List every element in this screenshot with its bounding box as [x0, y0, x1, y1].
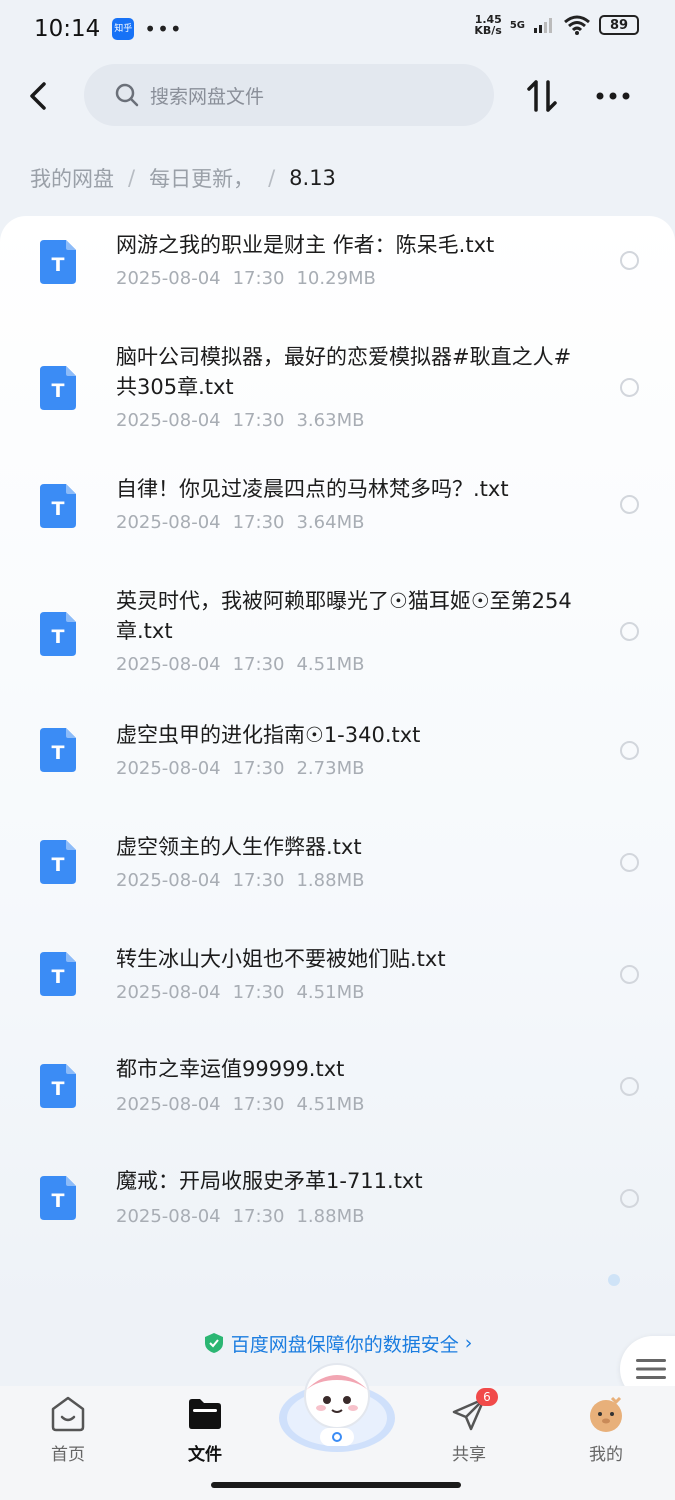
- breadcrumb-separator: /: [128, 166, 136, 190]
- txt-file-icon: T: [40, 240, 76, 284]
- breadcrumb-root[interactable]: 我的网盘: [30, 163, 114, 193]
- nav-files-label: 文件: [188, 1445, 222, 1465]
- signal-icon: [534, 18, 552, 33]
- file-name: 自律！你见过凌晨四点的马林梵多吗？.txt: [116, 477, 509, 501]
- file-list-item[interactable]: T 网游之我的职业是财主 作者：陈呆毛.txt 2025-08-04 17:30 1…: [0, 216, 675, 326]
- file-name: 英灵时代，我被阿赖耶曝光了☉猫耳姬☉至第254章.txt: [116, 589, 572, 643]
- txt-file-icon: T: [40, 1064, 76, 1108]
- file-meta: 2025-08-04 17:30 4.51MB: [116, 654, 365, 675]
- file-list-item[interactable]: T 转生冰山大小姐也不要被她们贴.txt 2025-08-04 17:30 4.51…: [0, 924, 675, 1036]
- txt-file-icon: T: [40, 612, 76, 656]
- svg-text:T: T: [52, 498, 65, 520]
- file-name: 转生冰山大小姐也不要被她们贴.txt: [116, 947, 446, 971]
- search-input[interactable]: 搜索网盘文件: [84, 64, 494, 126]
- search-icon: [115, 83, 139, 107]
- select-checkbox[interactable]: [620, 378, 639, 397]
- file-meta: 2025-08-04 17:30 3.64MB: [116, 512, 365, 533]
- txt-file-icon: T: [40, 366, 76, 410]
- svg-text:T: T: [52, 1078, 65, 1100]
- file-list-item[interactable]: T 脑叶公司模拟器，最好的恋爱模拟器#耿直之人#共305章.txt 2025-0…: [0, 326, 675, 458]
- breadcrumb-middle[interactable]: 每日更新，: [149, 163, 254, 193]
- file-list-item[interactable]: T 自律！你见过凌晨四点的马林梵多吗？.txt 2025-08-04 17:30 3…: [0, 458, 675, 574]
- svg-text:T: T: [52, 380, 65, 402]
- txt-file-icon: T: [40, 840, 76, 884]
- network-type: 5G: [509, 19, 525, 31]
- status-time: 10:14: [34, 16, 101, 42]
- file-meta: 2025-08-04 17:30 4.51MB: [116, 982, 365, 1003]
- txt-file-icon: T: [40, 728, 76, 772]
- nav-share[interactable]: 6 共享: [424, 1388, 514, 1465]
- chevron-right-icon: ›: [464, 1332, 473, 1354]
- scroll-indicator[interactable]: [608, 1274, 620, 1286]
- select-checkbox[interactable]: [620, 495, 639, 514]
- menu-icon: [636, 1359, 666, 1379]
- select-checkbox[interactable]: [620, 251, 639, 270]
- breadcrumb-current: 8.13: [289, 166, 336, 190]
- file-meta: 2025-08-04 17:30 1.88MB: [116, 1206, 365, 1227]
- select-checkbox[interactable]: [620, 853, 639, 872]
- file-meta: 2025-08-04 17:30 10.29MB: [116, 268, 376, 289]
- txt-file-icon: T: [40, 952, 76, 996]
- select-checkbox[interactable]: [620, 622, 639, 641]
- file-meta: 2025-08-04 17:30 2.73MB: [116, 758, 365, 779]
- file-list-item[interactable]: T 都市之幸运值99999.txt 2025-08-04 17:30 4.51MB: [0, 1036, 675, 1148]
- file-name: 脑叶公司模拟器，最好的恋爱模拟器#耿直之人#共305章.txt: [116, 345, 572, 399]
- svg-text:T: T: [52, 254, 65, 276]
- file-list: T 网游之我的职业是财主 作者：陈呆毛.txt 2025-08-04 17:30 1…: [0, 216, 675, 1316]
- file-meta: 2025-08-04 17:30 3.63MB: [116, 410, 365, 431]
- nav-mine[interactable]: 我的: [561, 1394, 651, 1465]
- file-list-item[interactable]: T 魔戒：开局收服史矛革1-711.txt 2025-08-04 17:30 1.8…: [0, 1148, 675, 1260]
- network-speed: 1.45 KB/s: [474, 13, 502, 37]
- svg-text:T: T: [52, 742, 65, 764]
- breadcrumb-separator: /: [268, 166, 276, 190]
- select-checkbox[interactable]: [620, 1077, 639, 1096]
- more-notifications-icon: •••: [144, 17, 183, 41]
- avatar-icon: [590, 1396, 622, 1432]
- txt-file-icon: T: [40, 1176, 76, 1220]
- nav-home[interactable]: 首页: [23, 1394, 113, 1465]
- wifi-icon: [564, 15, 590, 35]
- home-icon: [51, 1396, 85, 1432]
- share-notification-badge: 6: [476, 1388, 498, 1406]
- file-meta: 2025-08-04 17:30 1.88MB: [116, 870, 365, 891]
- nav-home-label: 首页: [51, 1445, 85, 1465]
- nav-mine-label: 我的: [589, 1445, 623, 1465]
- svg-text:T: T: [52, 966, 65, 988]
- file-list-item[interactable]: T 虚空虫甲的进化指南☉1-340.txt 2025-08-04 17:30 2.7…: [0, 702, 675, 812]
- select-checkbox[interactable]: [620, 965, 639, 984]
- status-indicators: 1.45 KB/s 5G 89: [474, 14, 639, 36]
- search-placeholder: 搜索网盘文件: [150, 85, 265, 108]
- zhihu-app-icon: 知乎: [112, 18, 135, 40]
- folder-icon: [189, 1399, 221, 1429]
- svg-text:T: T: [52, 854, 65, 876]
- file-name: 网游之我的职业是财主 作者：陈呆毛.txt: [116, 233, 495, 257]
- breadcrumb: 我的网盘 / 每日更新， / 8.13: [30, 160, 336, 196]
- home-indicator[interactable]: [211, 1482, 461, 1488]
- back-arrow-icon[interactable]: [22, 78, 58, 114]
- security-banner-text: 百度网盘保障你的数据安全: [230, 1333, 459, 1356]
- nav-share-label: 共享: [452, 1445, 486, 1465]
- shield-icon: [204, 1333, 223, 1353]
- select-checkbox[interactable]: [620, 741, 639, 760]
- file-meta: 2025-08-04 17:30 4.51MB: [116, 1094, 365, 1115]
- file-list-item[interactable]: T 虚空领主的人生作弊器.txt 2025-08-04 17:30 1.88MB: [0, 812, 675, 924]
- status-bar: 10:14 知乎 ••• 1.45 KB/s 5G 89: [0, 0, 675, 58]
- sort-icon[interactable]: [522, 76, 562, 116]
- file-name: 虚空虫甲的进化指南☉1-340.txt: [116, 723, 421, 747]
- svg-text:T: T: [52, 626, 65, 648]
- mascot-assistant-button[interactable]: [276, 1356, 398, 1456]
- svg-text:T: T: [52, 1190, 65, 1212]
- file-name: 都市之幸运值99999.txt: [116, 1057, 345, 1081]
- txt-file-icon: T: [40, 484, 76, 528]
- file-list-item[interactable]: T 英灵时代，我被阿赖耶曝光了☉猫耳姬☉至第254章.txt 2025-08-0…: [0, 574, 675, 702]
- file-name: 虚空领主的人生作弊器.txt: [116, 835, 362, 859]
- select-checkbox[interactable]: [620, 1189, 639, 1208]
- more-options-icon[interactable]: [592, 76, 634, 116]
- battery-indicator: 89: [599, 15, 639, 35]
- header: 搜索网盘文件: [0, 64, 675, 128]
- nav-files[interactable]: 文件: [160, 1394, 250, 1465]
- file-name: 魔戒：开局收服史矛革1-711.txt: [116, 1169, 423, 1193]
